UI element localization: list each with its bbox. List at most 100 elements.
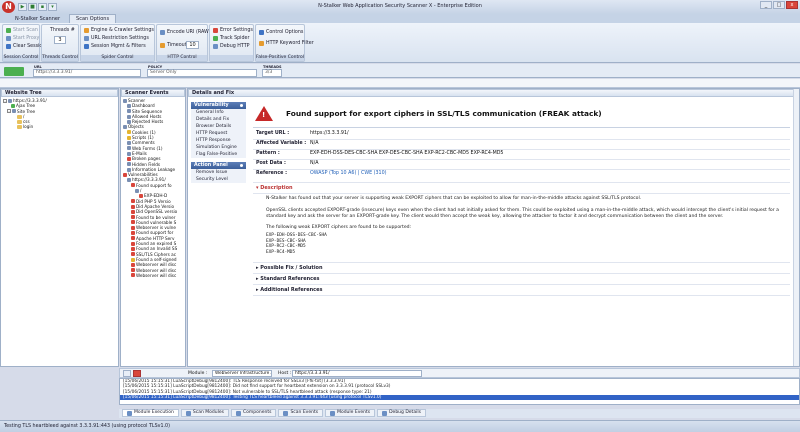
- tree-node[interactable]: login: [3, 124, 116, 129]
- host-field[interactable]: https://3.3.3.91/: [292, 370, 422, 377]
- error-settings-button[interactable]: Error Settings: [213, 27, 253, 34]
- start-scan-button[interactable]: Start Scan: [6, 27, 38, 34]
- event-icon: [131, 225, 135, 230]
- nav-item[interactable]: Simulation Engine: [191, 144, 246, 151]
- nav-item[interactable]: Details and Fix: [191, 116, 246, 123]
- close-button[interactable]: x: [786, 1, 798, 9]
- url-bar: URL https://3.3.3.91/ POLICY Server Only…: [0, 64, 800, 78]
- bottom-tab[interactable]: Module Events: [325, 409, 376, 417]
- maximize-button[interactable]: □: [773, 1, 785, 9]
- event-icon: [127, 114, 131, 119]
- vulnerability-nav-header[interactable]: Vulnerability: [191, 102, 246, 109]
- nav-item[interactable]: HTTP Response: [191, 137, 246, 144]
- stop-module-icon[interactable]: [133, 370, 141, 377]
- group-http-control: Encode URI (RAW) Timeout 10 HTTP Control: [156, 24, 211, 62]
- title-bar: N ▶ ■ ▪ ▾ N-Stalker Web Application Secu…: [0, 0, 800, 14]
- module-field[interactable]: WebServer Infrastructure Ases: [212, 370, 272, 377]
- nav-item[interactable]: Flag False-Positive: [191, 151, 246, 158]
- cipher-item: EXP-RC4-MD5: [266, 249, 296, 255]
- event-icon: [139, 193, 143, 198]
- event-icon: [123, 172, 127, 177]
- event-icon: [127, 178, 131, 183]
- divider: [253, 284, 790, 285]
- timeout-label: Timeout: [160, 42, 187, 49]
- field-reference: Reference : OWASP (Top 10 A6) | CWE (310): [256, 170, 387, 178]
- bottom-tab[interactable]: Module Execution: [122, 409, 179, 417]
- reference-link[interactable]: OWASP (Top 10 A6) | CWE (310): [310, 170, 387, 178]
- additional-references-section-toggle[interactable]: ▸ Additional References: [256, 287, 323, 293]
- standard-references-section-toggle[interactable]: ▸ Standard References: [256, 276, 319, 282]
- details-pane: Details and Fix Vulnerability General In…: [187, 88, 800, 367]
- action-panel-header[interactable]: Action Panel: [191, 162, 246, 169]
- options-icon: [259, 30, 264, 35]
- play-icon[interactable]: ▶: [18, 3, 27, 11]
- field-target-url: Target URL : https://3.3.3.91/: [256, 131, 349, 136]
- group-label: Spider Control: [81, 55, 154, 61]
- host-label: Host :: [278, 371, 292, 376]
- cipher-list: EXP-EDH-DSS-DES-CBC-SHA EXP-DES-CBC-SHA …: [266, 233, 327, 255]
- engine-icon: [84, 28, 89, 33]
- timeout-stepper[interactable]: 10: [186, 41, 199, 49]
- cipher-item: EXP-EDH-DSS-DES-CBC-SHA: [266, 233, 327, 238]
- action-item[interactable]: Security Level: [191, 176, 246, 183]
- http-keyword-filter-button[interactable]: HTTP Keyword Filter: [259, 40, 314, 47]
- bottom-tab[interactable]: Scan Events: [278, 409, 324, 417]
- bottom-tab[interactable]: Debug Details: [377, 409, 426, 417]
- url-restriction-settings-button[interactable]: URL Restriction Settings: [84, 35, 149, 42]
- track-spider-checkbox[interactable]: Track Spider: [213, 35, 249, 42]
- warning-mark: !: [262, 111, 266, 119]
- description-section-toggle[interactable]: ▾ Description: [256, 185, 293, 191]
- scanner-events-title: Scanner Events: [121, 89, 185, 97]
- scanner-events-tree: Scanner Dashboard Site Sequence Allowed Hos…: [123, 98, 183, 278]
- event-icon: [131, 209, 135, 214]
- start-proxy-button[interactable]: Start Proxy: [6, 35, 39, 42]
- vertical-scrollbar[interactable]: [793, 89, 799, 366]
- tab-scanner[interactable]: N-Stalker Scanner: [8, 14, 67, 23]
- divider: [253, 193, 790, 194]
- app-logo-icon[interactable]: N: [2, 1, 15, 13]
- tab-icon: [127, 410, 132, 416]
- event-icon: [131, 262, 135, 267]
- stop-icon[interactable]: ■: [28, 3, 37, 11]
- window-controls: _ □ x: [760, 1, 798, 9]
- folder-icon: [17, 114, 22, 119]
- field-post-data: Post Data : N/A: [256, 161, 319, 166]
- export-icon[interactable]: ▾: [48, 3, 57, 11]
- tab-scan-options[interactable]: Scan Options: [69, 14, 117, 23]
- control-options-button[interactable]: Control Options: [259, 29, 303, 36]
- bottom-tab[interactable]: Components: [230, 409, 277, 417]
- engine-crawler-settings-button[interactable]: Engine & Crawler Settings: [84, 27, 154, 34]
- possible-fix-section-toggle[interactable]: ▸ Possible Fix / Solution: [256, 265, 323, 271]
- description-paragraph: The following weak EXPORT ciphers are fo…: [266, 225, 412, 230]
- policy-field[interactable]: Server Only: [147, 69, 257, 77]
- session-mgmt-filters-button[interactable]: Session Mgmt & Filters: [84, 43, 146, 50]
- event-icon: [127, 103, 131, 108]
- description-paragraph: N-Stalker has found out that your server…: [266, 196, 642, 201]
- nav-item[interactable]: HTTP Request: [191, 130, 246, 137]
- event-node[interactable]: Webserver will disc: [123, 273, 183, 278]
- tab-icon: [330, 410, 336, 416]
- bottom-tab[interactable]: Scan Modules: [180, 409, 229, 417]
- scanner-events-pane: Scanner Events Scanner Dashboard Site Sequ…: [120, 88, 186, 367]
- minimize-button[interactable]: _: [760, 1, 772, 9]
- url-field[interactable]: https://3.3.3.91/: [33, 69, 141, 77]
- details-title: Details and Fix: [188, 89, 799, 97]
- divider: [253, 182, 790, 183]
- nav-item[interactable]: Browser Details: [191, 123, 246, 130]
- group-session-control: Start Scan Start Proxy Clear Session Ses…: [2, 24, 45, 62]
- save-icon[interactable]: ▪: [38, 3, 47, 11]
- clear-log-icon[interactable]: [123, 370, 131, 377]
- nav-item[interactable]: General Info: [191, 109, 246, 116]
- threads-field[interactable]: 3/3: [262, 69, 282, 77]
- action-item[interactable]: Remove Issue: [191, 169, 246, 176]
- bottom-tabs: Module Execution Scan Modules Components Sc…: [119, 409, 800, 418]
- tab-icon: [185, 410, 191, 416]
- threads-stepper[interactable]: 3: [54, 36, 66, 44]
- log-line-selected[interactable]: [15/06/2015 15:15:31] LuaScriptDebug[981…: [120, 394, 799, 401]
- side-navigation: Vulnerability General Info Details and Fi…: [191, 102, 246, 183]
- debug-http-button[interactable]: Debug HTTP: [213, 43, 250, 50]
- divider: [253, 127, 790, 128]
- encode-uri-checkbox[interactable]: Encode URI (RAW): [160, 29, 211, 36]
- threads-label: Threads #: [50, 28, 75, 33]
- clear-session-button[interactable]: Clear Session: [6, 43, 45, 50]
